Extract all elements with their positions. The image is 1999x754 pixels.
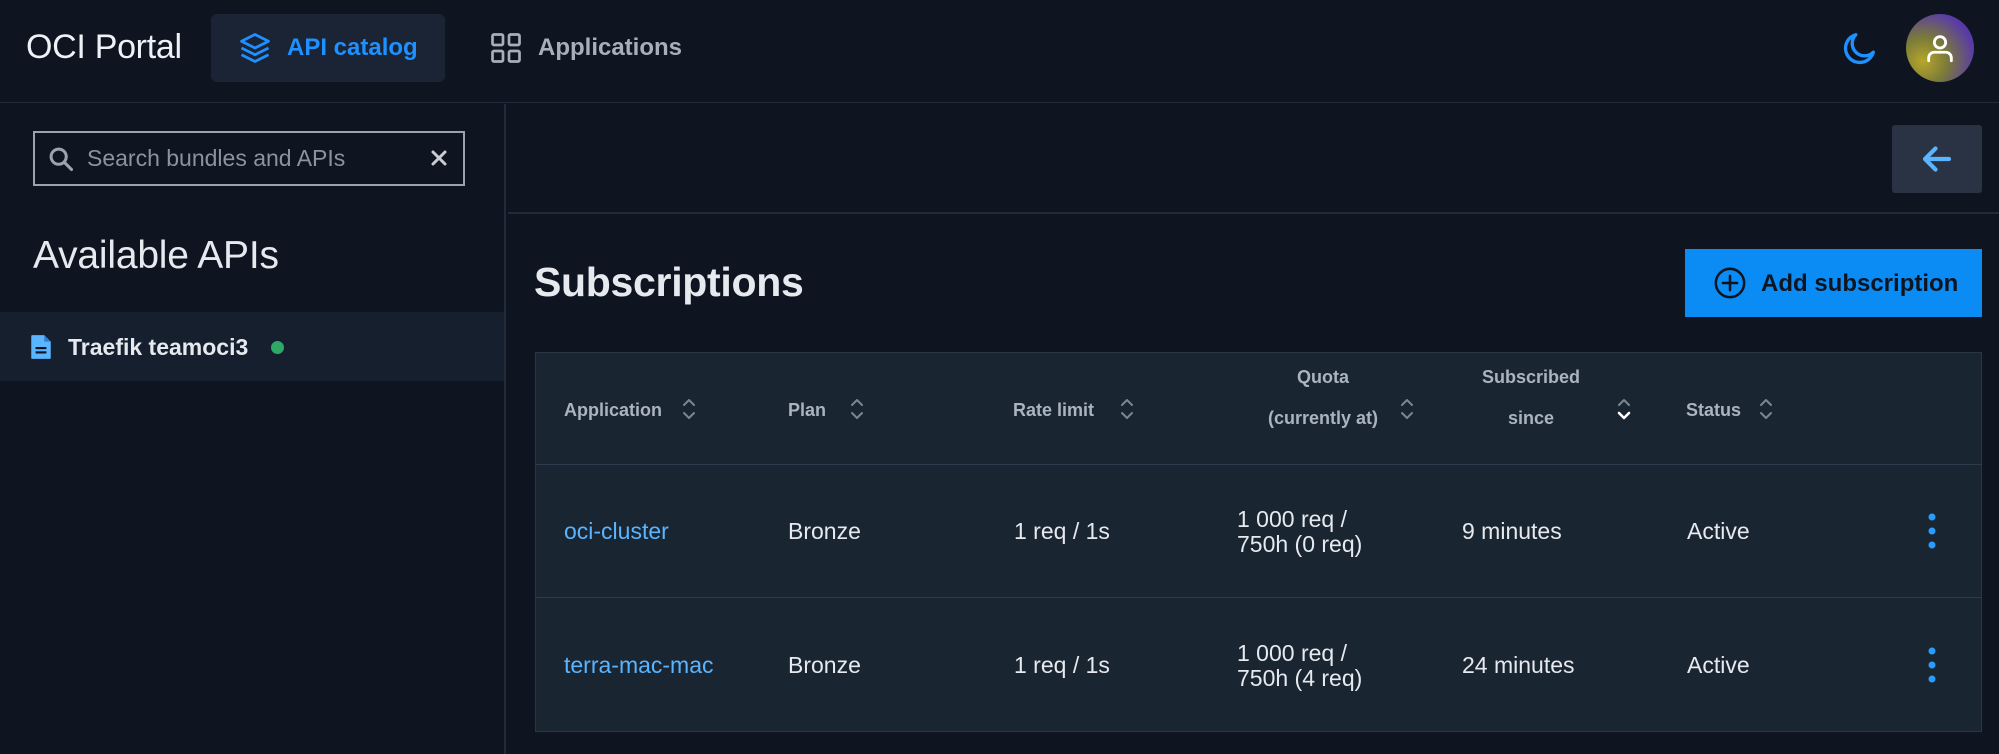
tab-applications[interactable]: Applications: [462, 14, 708, 82]
sort-icon[interactable]: [1399, 395, 1415, 423]
search-input[interactable]: [87, 133, 417, 184]
quota-cell: 1 000 req / 750h (0 req): [1237, 507, 1362, 557]
column-header-subscribed-since[interactable]: Subscribed since: [1466, 357, 1596, 439]
plan-cell: Bronze: [788, 518, 861, 544]
search-icon: [49, 147, 74, 172]
back-button[interactable]: [1892, 125, 1982, 193]
tab-api-catalog[interactable]: API catalog: [211, 14, 445, 82]
brand-title: OCI Portal: [26, 28, 182, 66]
sort-icon[interactable]: [1119, 395, 1135, 423]
more-options-icon[interactable]: [1920, 511, 1944, 551]
application-link[interactable]: oci-cluster: [564, 518, 669, 545]
column-header-label: Plan: [788, 399, 827, 420]
sort-desc-icon[interactable]: [1616, 395, 1632, 423]
column-header-label: Subscribed: [1481, 367, 1581, 387]
column-header-status[interactable]: Status: [1686, 389, 1741, 431]
tab-applications-label: Applications: [538, 34, 683, 61]
plan-cell: Bronze: [788, 652, 861, 678]
sidebar: Available APIs Traefik teamoci3: [0, 104, 506, 754]
column-header-plan[interactable]: Plan: [788, 389, 826, 431]
tab-api-catalog-label: API catalog: [287, 34, 418, 61]
quota-line: 750h (4 req): [1237, 665, 1363, 691]
column-header-application[interactable]: Application: [564, 389, 662, 431]
more-options-icon[interactable]: [1920, 645, 1944, 685]
rate-limit-cell: 1 req / 1s: [1014, 518, 1110, 544]
avatar[interactable]: [1906, 14, 1974, 82]
available-apis-heading: Available APIs: [33, 234, 279, 277]
add-subscription-label: Add subscription: [1761, 270, 1959, 297]
sort-icon[interactable]: [1758, 395, 1774, 423]
sub-header: [508, 104, 1999, 214]
subscribed-since-cell: 9 minutes: [1462, 518, 1562, 544]
close-icon[interactable]: [427, 146, 451, 170]
sidebar-item-traefik-teamoci3[interactable]: Traefik teamoci3: [0, 312, 504, 381]
status-cell: Active: [1687, 652, 1750, 678]
table-header: Application Plan Rate limit Quota (curre…: [536, 353, 1981, 465]
subscriptions-table: Application Plan Rate limit Quota (curre…: [535, 352, 1982, 732]
plus-circle-icon: [1714, 267, 1746, 299]
sidebar-item-label: Traefik teamoci3: [68, 334, 249, 360]
column-header-quota[interactable]: Quota (currently at): [1248, 357, 1398, 439]
column-header-rate-limit[interactable]: Rate limit: [1013, 389, 1094, 431]
add-subscription-button[interactable]: Add subscription: [1685, 249, 1982, 317]
rate-limit-cell: 1 req / 1s: [1014, 652, 1110, 678]
table-row: terra-mac-mac Bronze 1 req / 1s 1 000 re…: [536, 599, 1981, 732]
quota-line: 750h (0 req): [1237, 531, 1363, 557]
quota-cell: 1 000 req / 750h (4 req): [1237, 641, 1362, 691]
subscribed-since-cell: 24 minutes: [1462, 652, 1575, 678]
status-cell: Active: [1687, 518, 1750, 544]
quota-line: 1 000 req /: [1237, 506, 1347, 532]
column-header-label: Quota: [1297, 367, 1349, 387]
table-row: oci-cluster Bronze 1 req / 1s 1 000 req …: [536, 465, 1981, 598]
column-header-label: Application: [564, 399, 662, 420]
column-header-sublabel: (currently at): [1267, 408, 1379, 428]
page-title: Subscriptions: [534, 259, 804, 305]
document-icon: [31, 335, 51, 359]
column-header-sublabel: since: [1507, 408, 1555, 428]
column-header-label: Status: [1686, 399, 1742, 420]
status-dot: [271, 341, 284, 354]
layers-icon: [240, 33, 270, 63]
application-link[interactable]: terra-mac-mac: [564, 652, 714, 679]
sort-icon[interactable]: [849, 395, 865, 423]
moon-icon[interactable]: [1840, 28, 1880, 68]
top-bar: OCI Portal API catalog Applications: [0, 0, 1999, 103]
column-header-label: Rate limit: [1013, 399, 1095, 420]
arrow-left-icon: [1922, 146, 1952, 172]
quota-line: 1 000 req /: [1237, 640, 1347, 666]
user-icon: [1927, 35, 1953, 63]
search-box: [33, 131, 465, 186]
sort-icon[interactable]: [681, 395, 697, 423]
grid-icon: [491, 33, 521, 63]
